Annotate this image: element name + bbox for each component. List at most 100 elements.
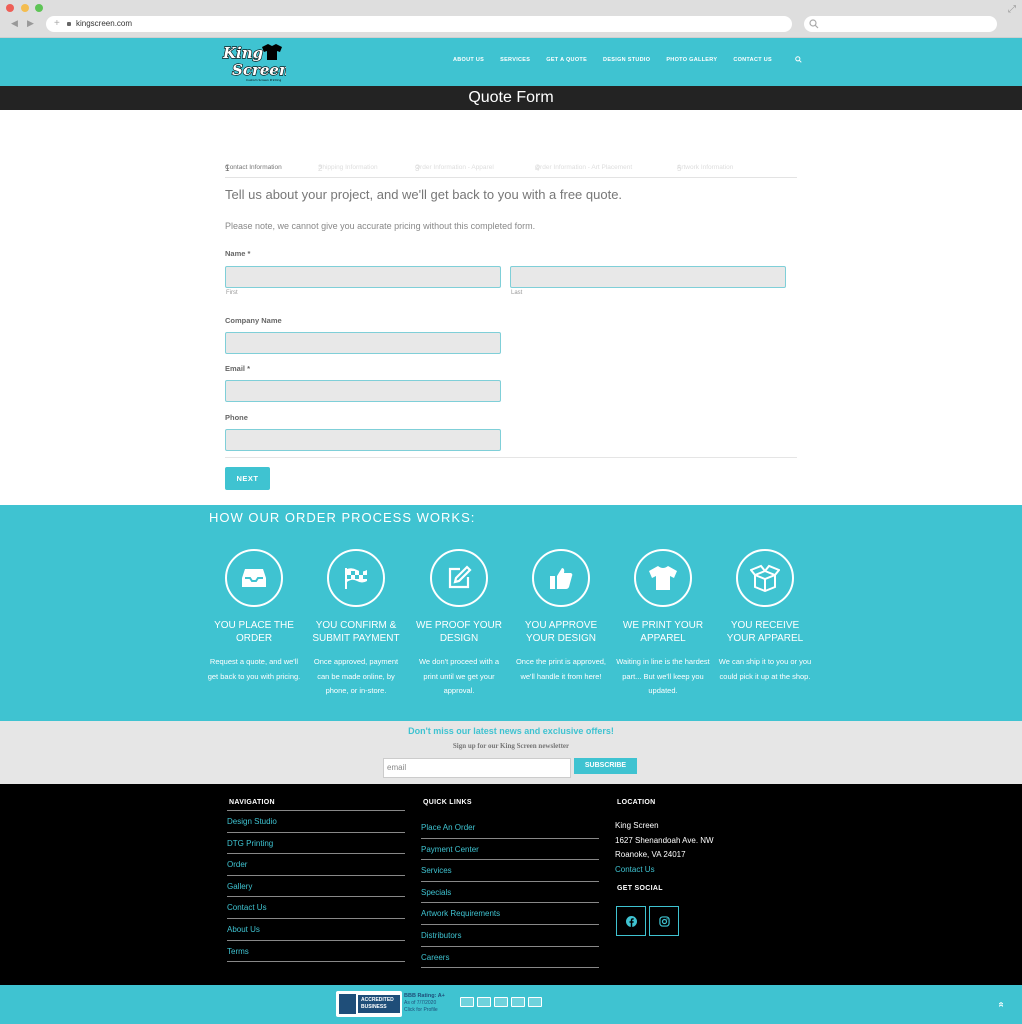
tshirt-icon xyxy=(649,566,677,590)
first-name-sublabel: First xyxy=(226,290,238,296)
bottom-bar: ACCREDITED BUSINESS BBB Rating: A+ As of… xyxy=(0,985,1022,1024)
main-nav: ABOUT US SERVICES GET A QUOTE DESIGN STU… xyxy=(453,56,802,63)
process-step-title: YOU CONFIRM & SUBMIT PAYMENT xyxy=(312,620,400,644)
location-contact-link[interactable]: Contact Us xyxy=(615,863,714,878)
last-name-sublabel: Last xyxy=(511,290,523,296)
king-screen-logo[interactable]: King Screen Custom Screen Printing xyxy=(218,41,290,83)
first-name-input[interactable] xyxy=(225,266,501,288)
lock-icon xyxy=(67,22,71,26)
form-steps: 1 Contact Information 2 Shipping Informati… xyxy=(225,158,797,178)
paypal-icon xyxy=(528,997,542,1007)
mastercard-icon xyxy=(477,997,491,1007)
new-tab-icon[interactable]: + xyxy=(54,16,60,32)
edit-icon xyxy=(448,565,472,589)
visa-icon xyxy=(460,997,474,1007)
newsletter-email-input[interactable]: email xyxy=(383,758,571,778)
fullscreen-icon[interactable]: ⤢ xyxy=(1008,4,1016,15)
process-step-text: Once the print is approved, we'll handle… xyxy=(515,657,607,681)
footer-link[interactable]: Careers xyxy=(421,947,599,969)
footer-link[interactable]: DTG Printing xyxy=(227,833,405,855)
logo-word-king: King xyxy=(222,44,263,62)
last-name-input[interactable] xyxy=(510,266,786,288)
instagram-button[interactable] xyxy=(649,906,679,936)
footer-nav-list: Design Studio DTG Printing Order Gallery… xyxy=(227,810,405,963)
instagram-icon xyxy=(659,916,670,927)
nav-get-a-quote[interactable]: GET A QUOTE xyxy=(546,57,587,63)
bbb-seal-icon xyxy=(339,994,356,1014)
phone-label: Phone xyxy=(225,413,248,422)
footer-link[interactable]: Design Studio xyxy=(227,811,405,833)
footer-social-heading: GET SOCIAL xyxy=(617,885,663,892)
footer-location: King Screen 1627 Shenandoah Ave. NW Roan… xyxy=(615,819,714,877)
process-step-text: We don't proceed with a print until we g… xyxy=(418,657,500,695)
footer-nav-heading: NAVIGATION xyxy=(229,799,275,806)
nav-contact-us[interactable]: CONTACT US xyxy=(733,57,772,63)
footer-link[interactable]: Place An Order xyxy=(421,817,599,839)
close-window-dot[interactable] xyxy=(6,4,14,12)
nav-services[interactable]: SERVICES xyxy=(500,57,530,63)
subscribe-button[interactable]: SUBSCRIBE xyxy=(574,758,637,774)
email-input[interactable] xyxy=(225,380,501,402)
form-note-text: Please note, we cannot give you accurate… xyxy=(225,221,536,231)
process-step-title: WE PROOF YOUR DESIGN xyxy=(416,620,502,644)
bbb-rating-text: BBB Rating: A+ xyxy=(404,993,445,999)
process-step-text: Request a quote, and we'll get back to y… xyxy=(207,657,301,681)
footer-link[interactable]: About Us xyxy=(227,919,405,941)
footer-link[interactable]: Gallery xyxy=(227,876,405,898)
process-step: YOU CONFIRM & SUBMIT PAYMENT Once approv… xyxy=(308,549,404,699)
bbb-badge[interactable]: ACCREDITED BUSINESS xyxy=(336,991,402,1017)
process-step: YOU APPROVE YOUR DESIGN Once the print i… xyxy=(513,549,609,684)
footer-link[interactable]: Services xyxy=(421,860,599,882)
process-step: YOU PLACE THE ORDER Request a quote, and… xyxy=(206,549,302,684)
inbox-icon xyxy=(242,569,266,587)
footer-quick-heading: QUICK LINKS xyxy=(423,799,472,806)
address-bar[interactable]: + kingscreen.com xyxy=(46,16,792,32)
next-button[interactable]: NEXT xyxy=(225,467,270,490)
scroll-to-top-icon[interactable]: » xyxy=(996,1002,1007,1008)
form-lead-text: Tell us about your project, and we'll ge… xyxy=(225,187,623,202)
site-footer: NAVIGATION Design Studio DTG Printing Or… xyxy=(0,784,1022,985)
footer-link[interactable]: Contact Us xyxy=(227,897,405,919)
footer-link[interactable]: Terms xyxy=(227,941,405,963)
newsletter-section: Don't miss our latest news and exclusive… xyxy=(0,721,1022,784)
newsletter-subheading: Sign up for our King Screen newsletter xyxy=(452,742,570,750)
box-open-icon xyxy=(750,564,780,592)
zoom-window-dot[interactable] xyxy=(35,4,43,12)
company-name-input[interactable] xyxy=(225,332,501,354)
page-title: Quote Form xyxy=(0,86,1022,110)
search-icon[interactable] xyxy=(795,56,802,63)
name-label: Name * xyxy=(225,249,251,258)
discover-icon xyxy=(511,997,525,1007)
minimize-window-dot[interactable] xyxy=(21,4,29,12)
nav-photo-gallery[interactable]: PHOTO GALLERY xyxy=(666,57,717,63)
process-step: YOU RECEIVE YOUR APPAREL We can ship it … xyxy=(717,549,813,684)
email-label: Email * xyxy=(225,364,251,373)
footer-link[interactable]: Artwork Requirements xyxy=(421,903,599,925)
search-icon xyxy=(809,19,819,29)
back-button[interactable]: ◀ xyxy=(11,18,18,29)
nav-about-us[interactable]: ABOUT US xyxy=(453,57,484,63)
facebook-button[interactable] xyxy=(616,906,646,936)
bbb-accredited-label: ACCREDITED BUSINESS xyxy=(358,995,400,1013)
location-city: Roanoke, VA 24017 xyxy=(615,850,686,859)
process-step-title: YOU APPROVE YOUR DESIGN xyxy=(524,620,598,644)
location-street: 1627 Shenandoah Ave. NW xyxy=(615,835,714,845)
phone-input[interactable] xyxy=(225,429,501,451)
forward-button[interactable]: ▶ xyxy=(27,18,34,29)
footer-link[interactable]: Order xyxy=(227,854,405,876)
footer-link[interactable]: Specials xyxy=(421,882,599,904)
process-step-title: YOU PLACE THE ORDER xyxy=(214,620,294,644)
process-step: WE PROOF YOUR DESIGN We don't proceed wi… xyxy=(411,549,507,699)
company-label: Company Name xyxy=(225,316,282,325)
nav-design-studio[interactable]: DESIGN STUDIO xyxy=(603,57,650,63)
footer-link[interactable]: Distributors xyxy=(421,925,599,947)
bbb-rating[interactable]: BBB Rating: A+ As of 7/7/2020 Click for … xyxy=(404,993,445,1014)
checkered-flag-icon xyxy=(345,568,367,589)
footer-quick-list: Place An Order Payment Center Services S… xyxy=(421,817,599,969)
footer-link[interactable]: Payment Center xyxy=(421,839,599,861)
logo-tagline: Custom Screen Printing xyxy=(246,78,281,82)
thumbs-up-icon xyxy=(550,568,573,589)
browser-search-input[interactable] xyxy=(804,16,997,32)
process-step: WE PRINT YOUR APPAREL Waiting in line is… xyxy=(615,549,711,699)
process-step-title: WE PRINT YOUR APPAREL xyxy=(622,620,704,644)
